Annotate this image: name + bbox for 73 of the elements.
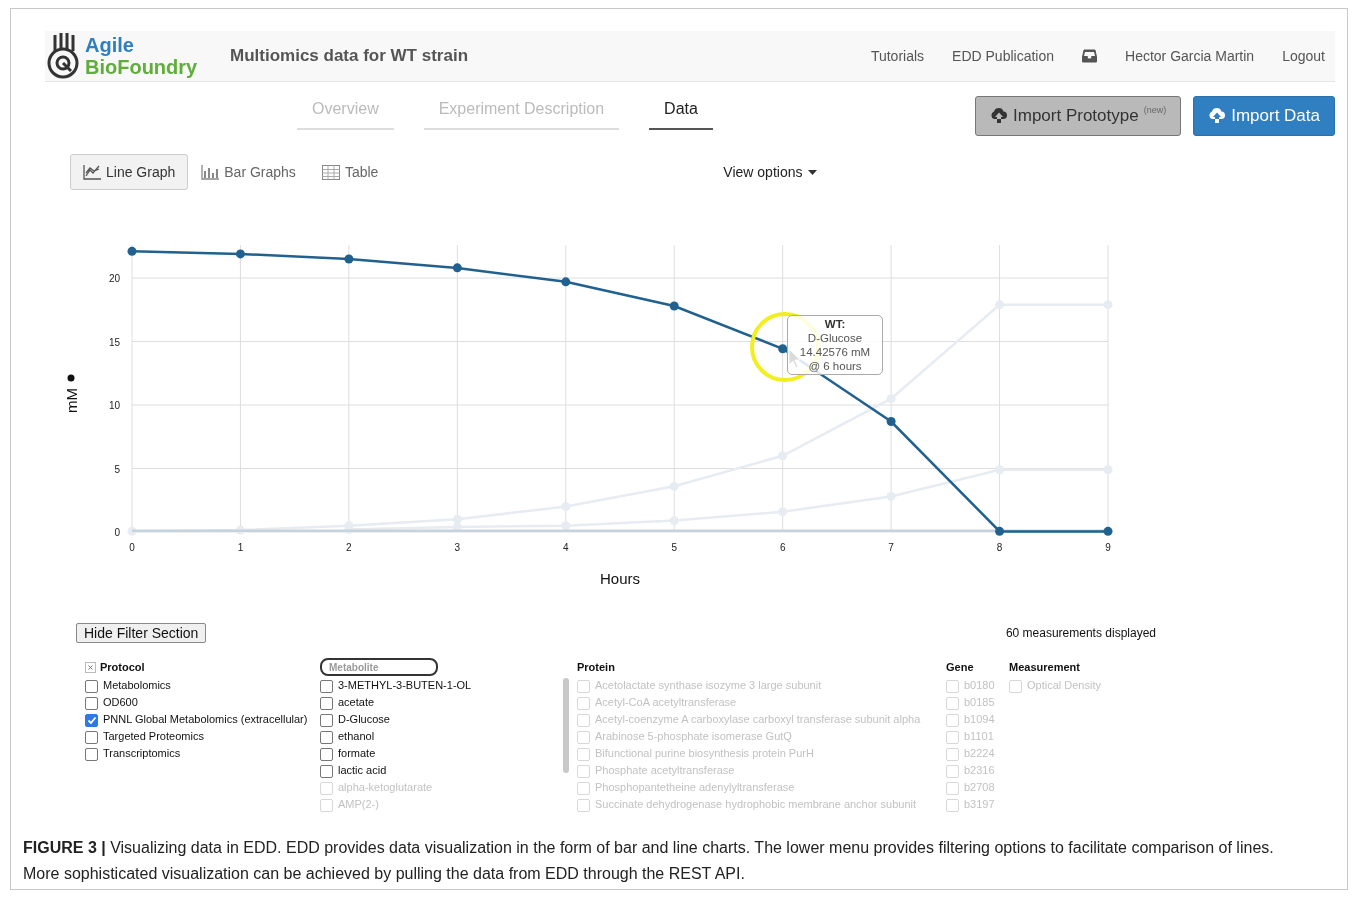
column-heading: Gene — [946, 661, 974, 673]
filter-option: b0180 — [964, 678, 995, 691]
tick-label: 0 — [114, 527, 120, 538]
tick-label: 20 — [108, 273, 120, 284]
filter-option: Bifunctional purine biosynthesis protein PurH — [595, 746, 814, 759]
logo-wordmark: BioFoundry — [85, 56, 198, 78]
filter-option: lactic acid — [338, 763, 387, 776]
filter-option: b1094 — [964, 712, 995, 725]
nav-link[interactable]: Hector Garcia Martin — [1125, 48, 1255, 64]
filter-option: b3197 — [964, 797, 995, 810]
tooltip-text: @ 6 hours — [808, 359, 862, 373]
tooltip-text: D-Glucose — [807, 331, 863, 345]
tick-label: 6 — [779, 542, 786, 553]
filter-option: Targeted Proteomics — [103, 729, 204, 742]
nav-link[interactable]: Logout — [1282, 48, 1325, 64]
filter-option: Metabolomics — [103, 678, 171, 691]
filter-option: Arabinose 5-phosphate isomerase GutQ — [595, 729, 792, 742]
filter-option: OD600 — [103, 695, 138, 708]
filter-option: Transcriptomics — [103, 746, 181, 759]
view-mode-button[interactable]: Bar Graphs — [188, 154, 309, 190]
tick-label: 3 — [454, 542, 461, 553]
tick-label: 5 — [671, 542, 677, 553]
figure-caption: FIGURE 3 | Visualizing data in EDD. EDD provides data visualization in the form of bar and line charts. The lower menu provides filtering options to facilitate comparison of lines. More sophisticated visualization can be achieved by pulling the data from EDD through the REST API. — [23, 838, 1275, 884]
view-mode-button[interactable]: Line Graph — [70, 154, 189, 190]
filter-option: b2224 — [964, 746, 995, 759]
import-button[interactable]: Import Prototype $^{(new)}$ — [975, 96, 1182, 136]
filter-option: D-Glucose — [338, 712, 390, 725]
page-title: Multiomics data for WT strain — [230, 46, 469, 66]
tick-label: 0 — [129, 542, 135, 553]
column-heading: Protein — [577, 661, 615, 673]
tick-label: 8 — [996, 542, 1003, 553]
tick-label: 7 — [888, 542, 894, 553]
tick-label: 4 — [563, 542, 569, 553]
filter-option: formate — [338, 746, 376, 759]
filter-option: acetate — [338, 695, 375, 708]
column-heading: Measurement — [1009, 661, 1080, 673]
column-heading: Protocol — [100, 661, 145, 673]
view-mode-button[interactable]: Table — [308, 154, 392, 190]
axis-title: Hours — [600, 570, 640, 587]
tick-label: 1 — [237, 542, 244, 553]
measurement-count: 60 measurements displayed — [1005, 626, 1156, 640]
filter-option: alpha-ketoglutarate — [338, 780, 433, 793]
tick-label: 5 — [114, 463, 120, 475]
filter-option: b2316 — [964, 763, 995, 776]
filter-option: Acetyl-CoA acetyltransferase — [595, 695, 737, 708]
nav-link[interactable]: EDD Publication — [952, 48, 1054, 64]
filter-option: b0185 — [964, 695, 995, 708]
filter-option: ethanol — [338, 729, 375, 742]
tooltip-text: WT: — [824, 317, 846, 331]
view-options-dropdown[interactable]: View options — [721, 162, 820, 182]
tick-label: 9 — [1105, 542, 1111, 553]
filter-option: Optical Density — [1027, 678, 1101, 691]
nav-link[interactable]: Tutorials — [870, 48, 925, 64]
filter-option: b1101 — [964, 729, 994, 742]
search-field[interactable]: Metabolite — [320, 658, 438, 676]
tab[interactable]: Data — [649, 92, 713, 130]
axis-title: mM — [63, 388, 80, 413]
filter-option: Succinate dehydrogenase hydrophobic membrane anchor subunit — [595, 797, 917, 810]
filter-option: 3-METHYL-3-BUTEN-1-OL — [338, 678, 472, 691]
hide-filter-button[interactable]: Hide Filter Section — [76, 623, 207, 643]
filter-option: Acetolactate synthase isozyme 3 large subunit — [595, 678, 822, 691]
filter-option: Acetyl-coenzyme A carboxylase carboxyl transferase subunit alpha — [595, 712, 921, 725]
tick-label: 2 — [346, 542, 352, 553]
filter-option: AMP(2-) — [338, 797, 379, 810]
filter-option: Phosphopantetheine adenylyltransferase — [595, 780, 795, 793]
logo-wordmark: Agile — [85, 34, 135, 56]
import-button[interactable]: Import Data — [1193, 96, 1335, 136]
filter-option: b2708 — [964, 780, 995, 793]
tooltip-text: 14.42576 mM — [799, 345, 871, 359]
filter-option: PNNL Global Metabolomics (extracellular) — [103, 712, 308, 725]
tick-label: 10 — [108, 400, 120, 411]
filter-option: Phosphate acetyltransferase — [595, 763, 735, 776]
tick-label: 15 — [108, 336, 120, 348]
